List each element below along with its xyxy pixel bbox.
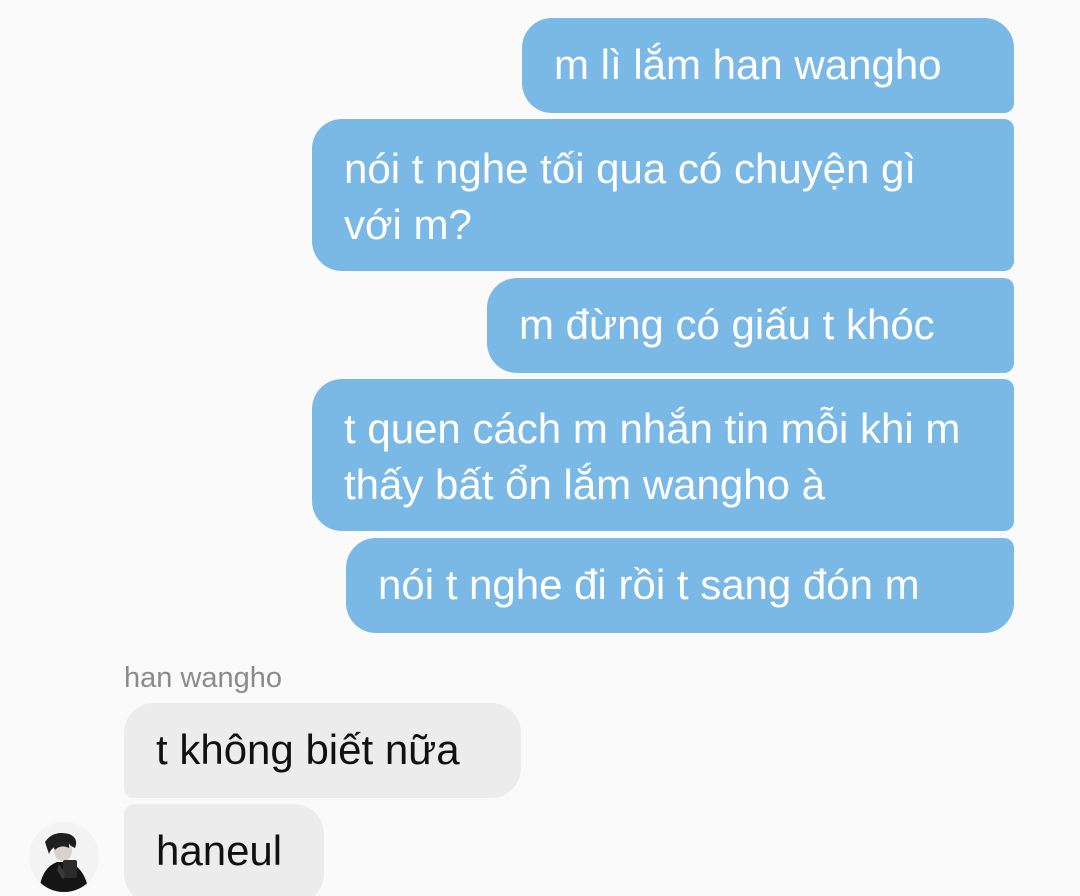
outgoing-message[interactable]: m đừng có giấu t khóc — [487, 278, 1014, 373]
sender-name: han wangho — [124, 662, 283, 694]
chat-thread: m lì lắm han wangho nói t nghe tối qua c… — [0, 0, 1080, 896]
outgoing-message[interactable]: t quen cách m nhắn tin mỗi khi m thấy bấ… — [312, 379, 1014, 531]
avatar[interactable] — [29, 822, 99, 892]
outgoing-message[interactable]: nói t nghe đi rồi t sang đón m — [346, 538, 1014, 633]
user-avatar-photo-icon — [29, 822, 99, 892]
incoming-message[interactable]: t không biết nữa — [124, 703, 521, 798]
incoming-message[interactable]: haneul — [124, 804, 324, 896]
outgoing-message[interactable]: m lì lắm han wangho — [522, 18, 1014, 113]
outgoing-message[interactable]: nói t nghe tối qua có chuyện gì với m? — [312, 119, 1014, 271]
